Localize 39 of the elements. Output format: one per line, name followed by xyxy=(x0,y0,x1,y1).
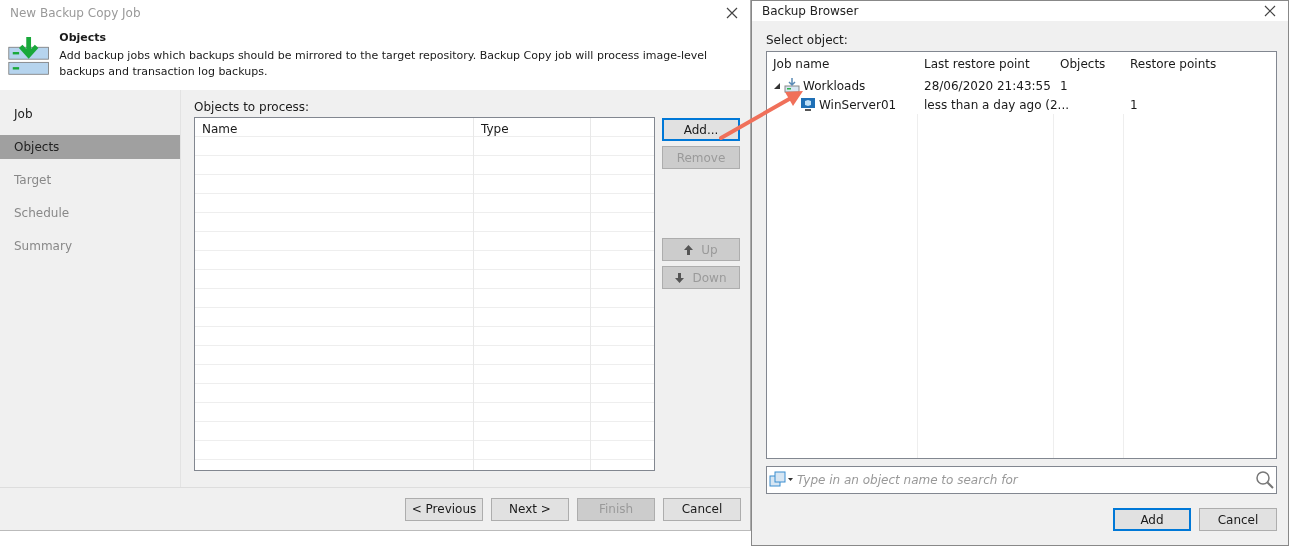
backup-job-icon xyxy=(784,78,800,93)
table-cell: less than a day ago (2... xyxy=(924,97,1070,112)
dialog-button[interactable]: Cancel xyxy=(1199,508,1277,531)
table-cell: 1 xyxy=(1060,78,1068,93)
close-icon[interactable] xyxy=(726,7,738,19)
column-header[interactable]: Type xyxy=(481,122,509,136)
search-field[interactable]: Type in an object name to search for xyxy=(766,466,1277,494)
up-arrow-icon xyxy=(684,244,694,255)
down-arrow-icon xyxy=(675,272,685,283)
search-icon[interactable] xyxy=(1254,470,1276,490)
wizard-button[interactable]: < Previous xyxy=(405,497,483,521)
field-label: Objects to process: xyxy=(194,100,311,114)
page-description: Add backup jobs which backups should be mirrored to the target repository. Backup Copy job will process image-level backups and transaction log backups. xyxy=(59,48,709,80)
step-item[interactable]: Job xyxy=(0,102,180,126)
backup-tree[interactable]: Job name Last restore point Objects Restore points Workloads 28/06/2020 21:43:55 1 WinServer01 less than a day ago (2... 1 xyxy=(766,51,1277,459)
column-header[interactable]: Job name xyxy=(773,57,830,71)
table-cell: 28/06/2020 21:43:55 xyxy=(924,78,1051,93)
window-title: New Backup Copy Job xyxy=(10,6,141,20)
tree-item-label[interactable]: WinServer01 xyxy=(819,97,897,112)
page-title: Objects xyxy=(59,30,108,46)
column-header[interactable]: Name xyxy=(202,122,238,136)
column-header[interactable]: Objects xyxy=(1060,57,1106,71)
window-title: Backup Browser xyxy=(762,4,859,18)
tree-item-label[interactable]: Workloads xyxy=(803,78,866,93)
field-label: Select object: xyxy=(766,33,849,47)
search-input[interactable]: Type in an object name to search for xyxy=(795,472,1254,488)
step-item[interactable]: Objects xyxy=(0,135,180,159)
monitor-icon xyxy=(800,97,816,112)
dialog-button[interactable]: Add xyxy=(1113,508,1191,531)
objects-table[interactable]: Name Type xyxy=(194,117,655,471)
expand-triangle-icon[interactable] xyxy=(773,81,781,90)
wizard-button[interactable]: Next > xyxy=(491,497,569,521)
table-cell: 1 xyxy=(1130,97,1138,112)
column-header[interactable]: Restore points xyxy=(1130,57,1217,71)
wizard-button[interactable]: Cancel xyxy=(663,497,741,521)
close-icon[interactable] xyxy=(1264,5,1276,17)
object-type-dropdown-icon[interactable] xyxy=(767,470,795,490)
side-button[interactable]: Add... xyxy=(662,118,740,141)
column-header[interactable]: Last restore point xyxy=(924,57,1030,71)
